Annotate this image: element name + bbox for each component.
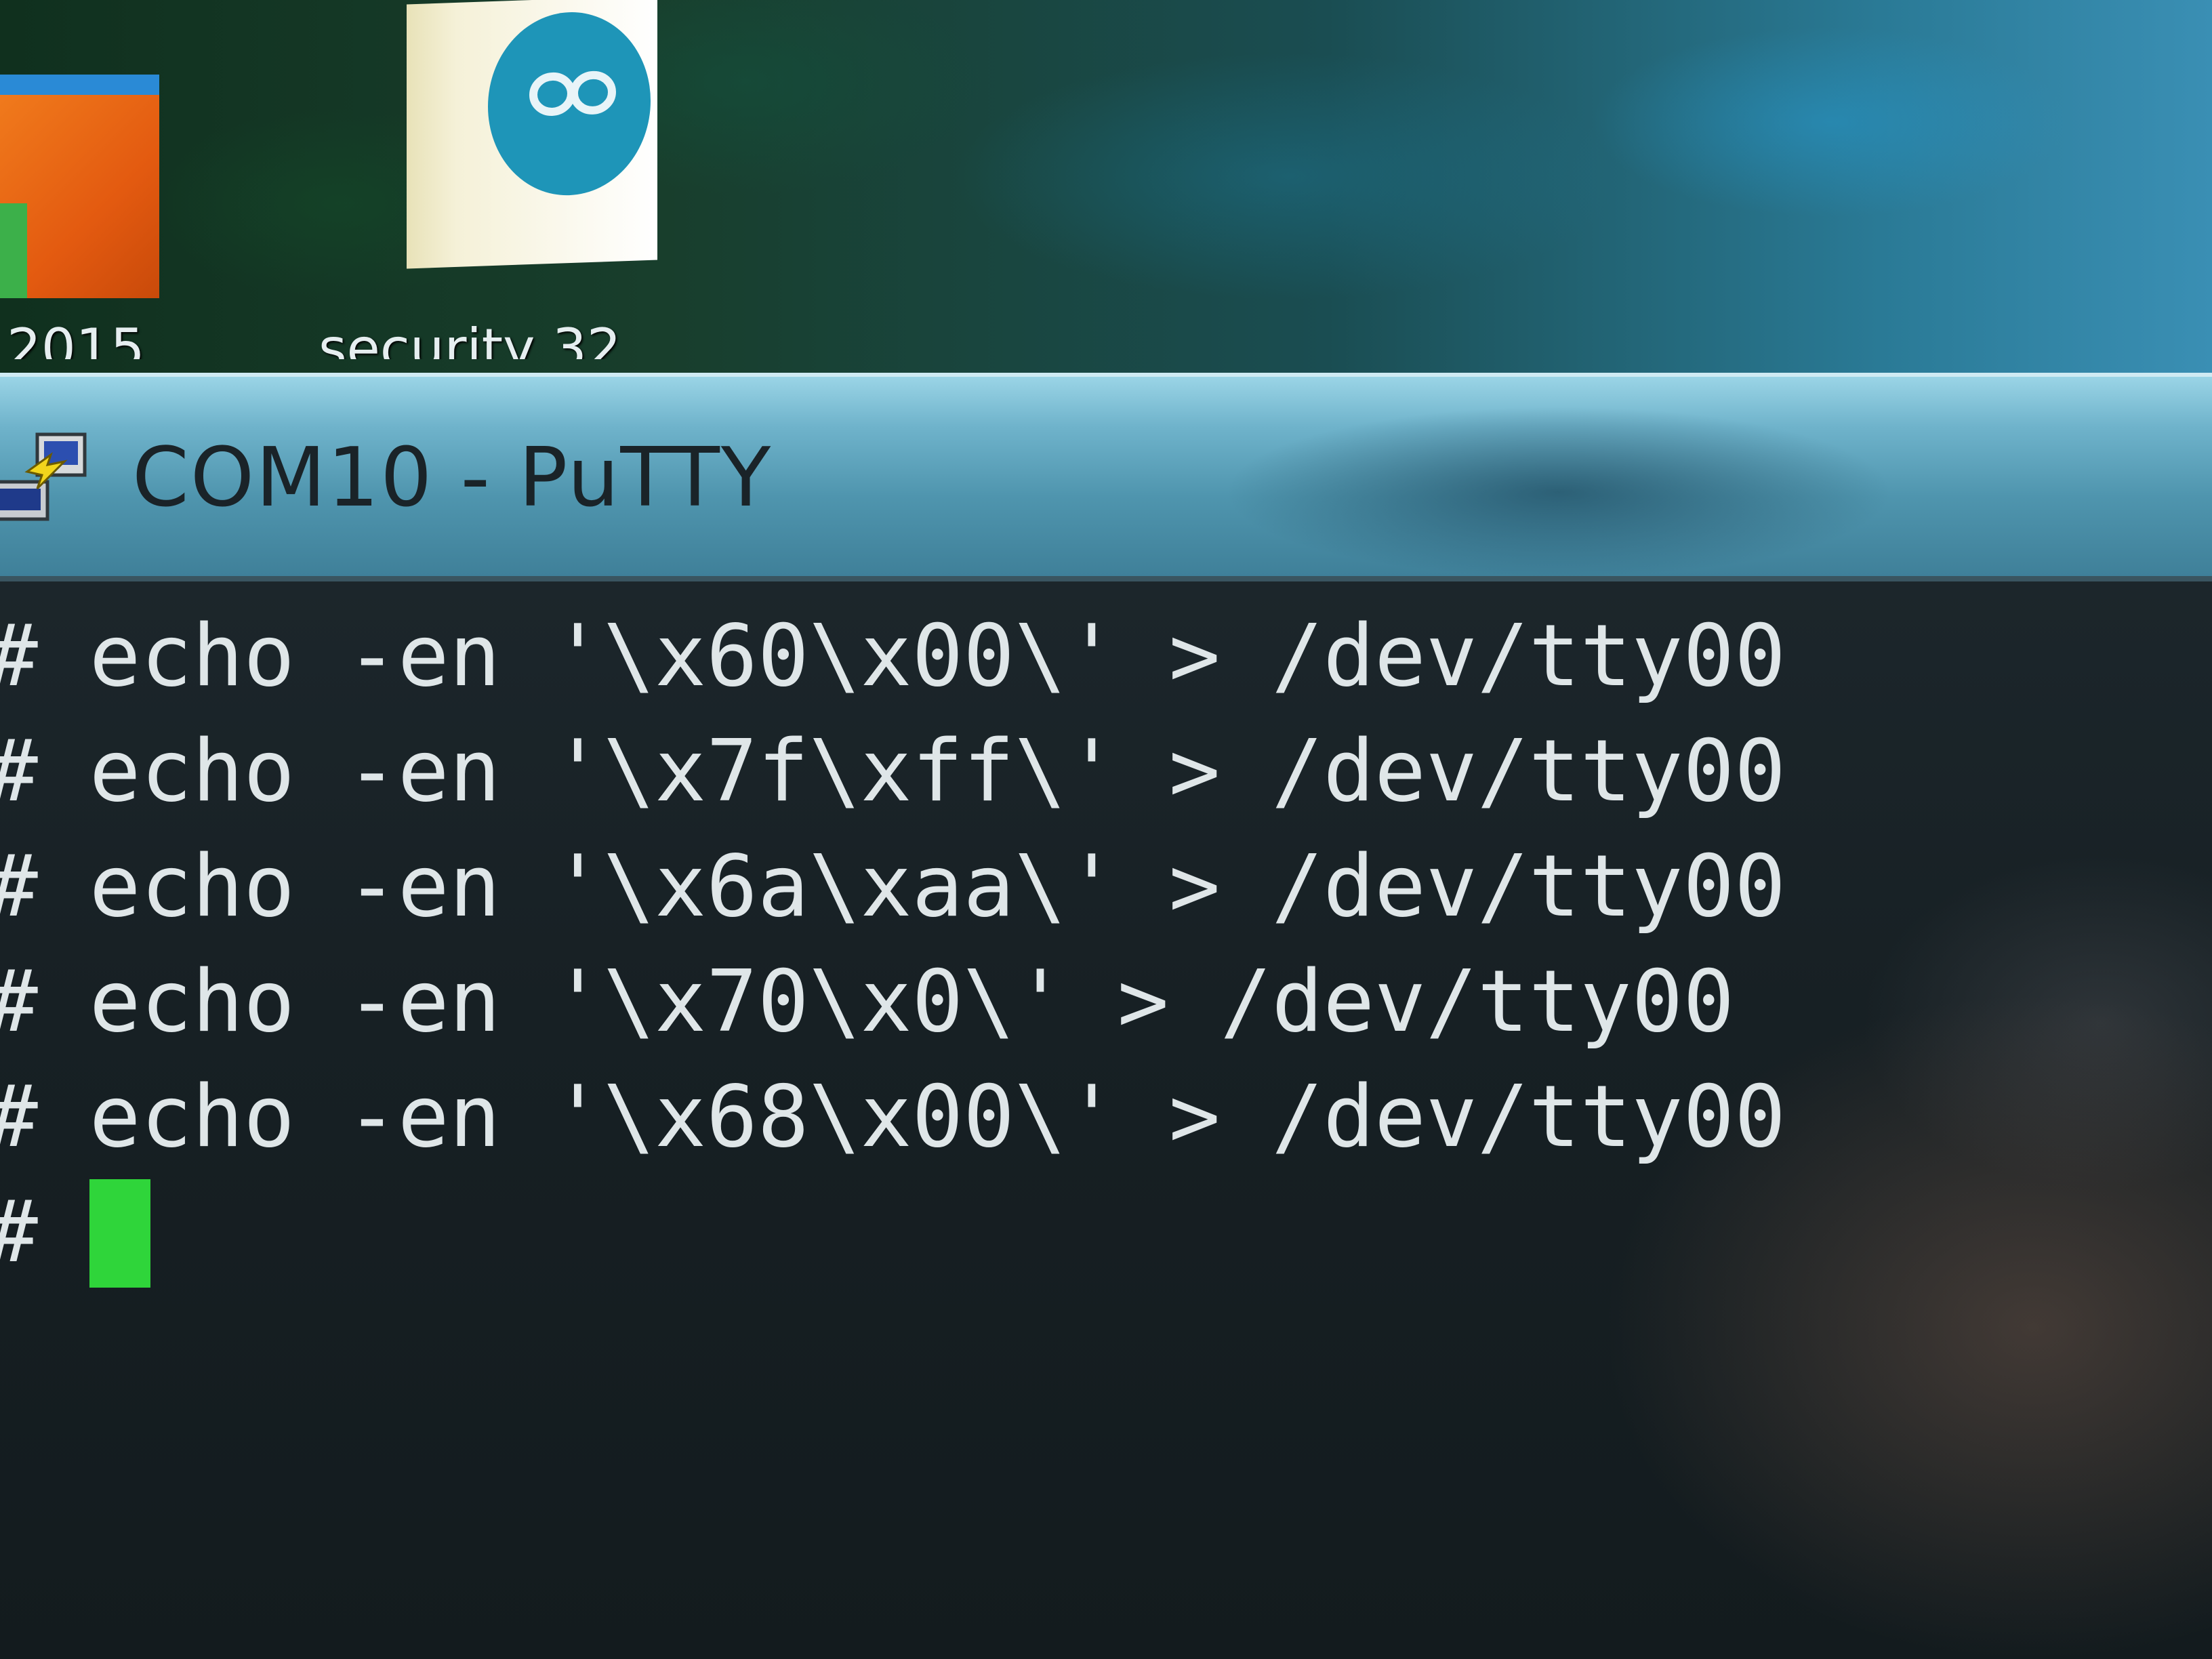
prompt-symbol: # bbox=[0, 721, 38, 821]
command-text: echo -en '\x70\x0\' > /dev/tty00 bbox=[89, 951, 1735, 1051]
arduino-logo-circle bbox=[488, 9, 651, 199]
prompt-symbol: # bbox=[0, 836, 38, 936]
text-cursor bbox=[89, 1179, 150, 1288]
command-text: echo -en '\x60\x00\' > /dev/tty00 bbox=[89, 606, 1786, 705]
prompt-symbol: # bbox=[0, 951, 38, 1051]
terminal-line: # echo -en '\x68\x00\' > /dev/tty00 bbox=[0, 1059, 2212, 1174]
desktop-wallpaper: 2015 security 32 bbox=[0, 0, 2212, 380]
window-title: COM10 - PuTTY bbox=[132, 431, 773, 525]
prompt-symbol: # bbox=[0, 606, 38, 705]
orange-app-icon[interactable] bbox=[0, 75, 159, 298]
orange-app-icon-accent bbox=[0, 203, 27, 298]
arduino-icon[interactable] bbox=[407, 0, 657, 269]
prompt-symbol: # bbox=[0, 1182, 38, 1282]
terminal-line: # echo -en '\x70\x0\' > /dev/tty00 bbox=[0, 944, 2212, 1059]
terminal-output: # echo -en '\x60\x00\' > /dev/tty00 # ec… bbox=[0, 598, 2212, 1290]
terminal-line: # echo -en '\x6a\xaa\' > /dev/tty00 bbox=[0, 829, 2212, 944]
terminal-line: # echo -en '\x7f\xff\' > /dev/tty00 bbox=[0, 714, 2212, 829]
putty-window[interactable]: COM10 - PuTTY # echo -en '\x60\x00\' > /… bbox=[0, 373, 2212, 1659]
command-text: echo -en '\x68\x00\' > /dev/tty00 bbox=[89, 1067, 1786, 1166]
title-bar[interactable]: COM10 - PuTTY bbox=[0, 373, 2212, 576]
screen: 2015 security 32 COM10 - PuTTY # echo -e… bbox=[0, 0, 2212, 1659]
terminal-line: # echo -en '\x60\x00\' > /dev/tty00 bbox=[0, 598, 2212, 714]
prompt-symbol: # bbox=[0, 1067, 38, 1166]
desktop-icon-label: 2015 bbox=[7, 317, 145, 359]
infinity-icon bbox=[529, 70, 616, 116]
terminal-area[interactable]: # echo -en '\x60\x00\' > /dev/tty00 # ec… bbox=[0, 576, 2212, 1659]
terminal-input-line[interactable]: # bbox=[0, 1174, 2212, 1290]
command-text: echo -en '\x7f\xff\' > /dev/tty00 bbox=[89, 721, 1786, 821]
command-text: echo -en '\x6a\xaa\' > /dev/tty00 bbox=[89, 836, 1786, 936]
putty-icon[interactable] bbox=[0, 424, 95, 526]
desktop-icon-label: security 32 bbox=[319, 317, 621, 359]
